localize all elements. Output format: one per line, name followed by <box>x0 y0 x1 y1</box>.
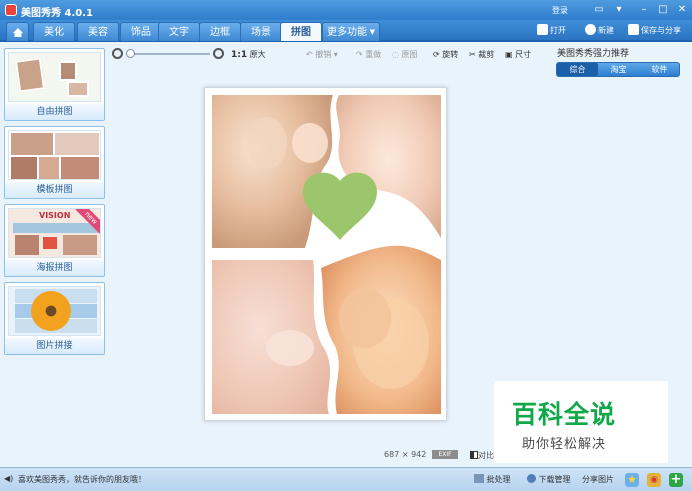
tab-beautify[interactable]: 美化 <box>33 22 75 41</box>
weibo-icon[interactable]: ◉ <box>647 473 661 487</box>
crop-label: 裁剪 <box>478 50 495 59</box>
compare-icon <box>470 451 478 459</box>
tab-frame[interactable]: 边框 <box>199 22 241 41</box>
maximize-icon[interactable]: □ <box>656 3 670 16</box>
save-label: 保存与分享 <box>641 26 681 35</box>
new-label: 新建 <box>598 26 614 35</box>
add-icon[interactable]: + <box>669 473 683 487</box>
save-icon <box>628 24 639 35</box>
free-collage-icon <box>8 52 101 102</box>
image-width: 687 <box>384 450 400 459</box>
close-icon[interactable]: ✕ <box>675 3 689 16</box>
share-image-button[interactable]: 分享图片 <box>582 474 614 485</box>
zoom-slider-thumb[interactable] <box>126 49 135 58</box>
poster-vision-text: VISION <box>39 211 71 220</box>
photo-mother-baby <box>212 95 333 248</box>
exif-button[interactable]: EXIF <box>432 450 458 459</box>
zoom-ratio-label: 1:1 <box>231 50 248 60</box>
tab-collage[interactable]: 拼图 <box>280 22 322 41</box>
image-join-label: 图片拼接 <box>5 338 104 354</box>
folder-icon <box>537 24 548 35</box>
watermark-brand: 百科全说 <box>512 400 617 429</box>
image-join-button[interactable]: 图片拼接 <box>4 282 105 355</box>
crop-button[interactable]: ✂ 裁剪 <box>469 49 494 60</box>
home-icon <box>12 28 23 37</box>
resize-label: 尺寸 <box>515 50 532 59</box>
open-button[interactable]: 打开 <box>537 24 566 38</box>
reset-label: 原图 <box>401 50 418 59</box>
redo-button[interactable]: ↷ 重做 <box>356 49 381 60</box>
batch-label: 批处理 <box>486 475 511 484</box>
feedback-icon[interactable]: ▭ <box>592 3 606 16</box>
recommend-tab-taobao[interactable]: 淘宝 <box>598 63 639 76</box>
template-collage-button[interactable]: 模板拼图 <box>4 126 105 199</box>
compare-button[interactable]: 对比 <box>470 450 494 461</box>
original-size-label: 原大 <box>249 50 266 59</box>
resize-button[interactable]: ▣ 尺寸 <box>505 49 531 60</box>
undo-button[interactable]: ↶ 撤销 ▾ <box>306 49 338 60</box>
tab-scene[interactable]: 场景 <box>240 22 282 41</box>
tab-text[interactable]: 文字 <box>158 22 200 41</box>
speaker-icon: ◀) <box>4 474 14 483</box>
tab-makeup[interactable]: 美容 <box>77 22 119 41</box>
collage-canvas[interactable] <box>204 87 447 421</box>
chevron-down-icon: ▼ <box>369 28 375 36</box>
template-collage-icon <box>8 130 101 180</box>
zoom-slider[interactable] <box>126 53 210 55</box>
status-message[interactable]: 喜欢美图秀秀，就告诉你的朋友哦！ <box>18 474 146 485</box>
title-bar: 美图秀秀 4.0.1 登录 ▭ ▾ – □ ✕ <box>0 0 692 20</box>
undo-label: 撤销 <box>315 50 332 59</box>
poster-collage-icon: VISION new <box>8 208 101 258</box>
login-link[interactable]: 登录 <box>552 5 568 16</box>
heart-shape <box>303 172 377 240</box>
zoom-out-icon[interactable] <box>112 48 123 59</box>
watermark-overlay: 百科全说 助你轻松解决 <box>494 381 668 463</box>
download-manager-button[interactable]: 下载管理 <box>527 474 571 485</box>
open-label: 打开 <box>550 26 566 35</box>
recommend-tab-software[interactable]: 软件 <box>639 63 680 76</box>
rotate-button[interactable]: ⟳ 旋转 <box>433 49 458 60</box>
image-height: 942 <box>411 450 427 459</box>
template-collage-label: 模板拼图 <box>5 182 104 198</box>
main-tab-bar: 美化 美容 饰品 文字 边框 场景 拼图 更多功能 ▼ 打开 新建 保存与分享 <box>0 20 692 42</box>
status-bar: ◀) 喜欢美图秀秀，就告诉你的朋友哦！ 批处理 下载管理 分享图片 ★ ◉ + <box>0 467 692 491</box>
download-label: 下载管理 <box>538 475 571 484</box>
image-size-readout: 687 × 942 <box>384 450 426 459</box>
recommend-title: 美图秀秀强力推荐 <box>557 49 630 59</box>
tab-more-functions[interactable]: 更多功能 ▼ <box>322 22 380 41</box>
app-logo-icon <box>5 4 17 16</box>
compare-label: 对比 <box>478 451 494 460</box>
app-title: 美图秀秀 4.0.1 <box>21 8 93 19</box>
menu-icon[interactable]: ▾ <box>612 3 626 16</box>
batch-button[interactable]: 批处理 <box>474 474 511 485</box>
download-icon <box>527 474 536 483</box>
star-icon[interactable]: ★ <box>625 473 639 487</box>
reset-button[interactable]: ◌ 原图 <box>392 49 418 60</box>
poster-collage-label: 海报拼图 <box>5 260 104 276</box>
poster-collage-button[interactable]: VISION new 海报拼图 <box>4 204 105 277</box>
redo-label: 重做 <box>365 50 382 59</box>
plus-icon <box>585 24 596 35</box>
zoom-in-icon[interactable] <box>213 48 224 59</box>
recommend-panel: 美图秀秀强力推荐 综合 淘宝 软件 <box>553 44 688 84</box>
recommend-tab-all[interactable]: 综合 <box>557 63 598 76</box>
free-collage-label: 自由拼图 <box>5 104 104 120</box>
tab-more-label: 更多功能 <box>327 27 367 38</box>
image-join-icon <box>8 286 101 336</box>
save-share-button[interactable]: 保存与分享 <box>628 24 681 38</box>
times-sign: × <box>401 450 409 459</box>
rotate-label: 旋转 <box>442 50 459 59</box>
free-collage-button[interactable]: 自由拼图 <box>4 48 105 121</box>
home-tab[interactable] <box>6 22 29 41</box>
watermark-tagline: 助你轻松解决 <box>522 437 607 452</box>
tab-accessories[interactable]: 饰品 <box>120 22 162 41</box>
new-button[interactable]: 新建 <box>585 24 614 38</box>
original-size-button[interactable]: 1:1 原大 <box>231 49 266 60</box>
collage-mode-sidebar: 自由拼图 模板拼图 VISION new 海报拼图 图片拼接 <box>0 44 110 464</box>
collage-artwork <box>212 95 441 414</box>
minimize-icon[interactable]: – <box>637 3 651 16</box>
recommend-tabs: 综合 淘宝 软件 <box>556 62 680 77</box>
batch-icon <box>474 474 484 483</box>
